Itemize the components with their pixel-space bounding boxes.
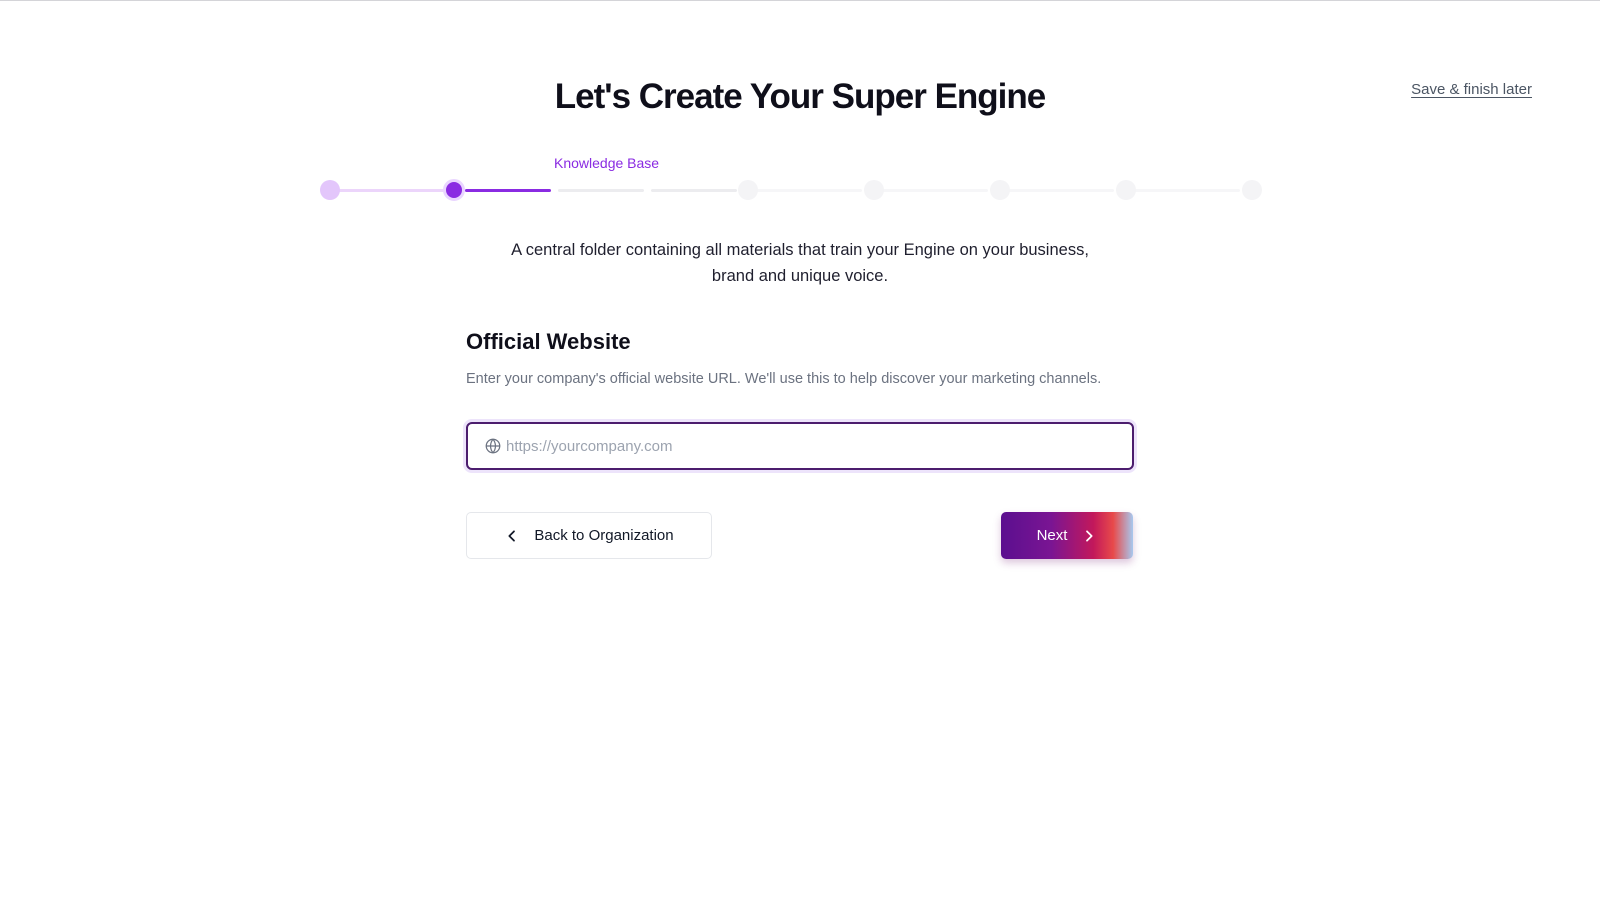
step-dot-6[interactable] bbox=[1116, 180, 1136, 200]
next-button[interactable]: Next bbox=[1001, 512, 1133, 559]
step-dot-2-current[interactable] bbox=[443, 179, 465, 201]
chevron-left-icon bbox=[508, 529, 516, 542]
step-track-2-remaining bbox=[558, 189, 644, 192]
back-button-label: Back to Organization bbox=[534, 527, 674, 544]
step-track-5 bbox=[1008, 189, 1114, 192]
step-track-2-progress bbox=[465, 189, 551, 192]
progress-stepper: Knowledge Base bbox=[320, 151, 1280, 211]
step-dot-3[interactable] bbox=[738, 180, 758, 200]
chevron-right-icon bbox=[1086, 529, 1093, 542]
step-track-3 bbox=[756, 189, 862, 192]
step-dot-4[interactable] bbox=[864, 180, 884, 200]
globe-icon bbox=[485, 438, 501, 454]
step-track-2-remaining-b bbox=[651, 189, 737, 192]
step-dot-7[interactable] bbox=[1242, 180, 1262, 200]
step-dot-5[interactable] bbox=[990, 180, 1010, 200]
save-finish-later-link[interactable]: Save & finish later bbox=[1411, 81, 1532, 98]
section-help-text: Enter your company's official website UR… bbox=[466, 371, 1102, 387]
step-track-6 bbox=[1134, 189, 1240, 192]
step-track-1 bbox=[330, 189, 444, 192]
step-dot-1[interactable] bbox=[320, 180, 340, 200]
page-title: Let's Create Your Super Engine bbox=[554, 77, 1047, 116]
next-button-label: Next bbox=[1036, 527, 1068, 544]
section-title: Official Website bbox=[466, 329, 631, 354]
onboarding-page: Let's Create Your Super Engine Save & fi… bbox=[0, 0, 1600, 900]
website-url-input[interactable] bbox=[506, 437, 1132, 455]
step-description: A central folder containing all material… bbox=[511, 241, 1089, 285]
back-to-organization-button[interactable]: Back to Organization bbox=[466, 512, 712, 559]
website-input-wrapper[interactable] bbox=[466, 422, 1134, 470]
current-step-label: Knowledge Base bbox=[554, 155, 660, 171]
step-track-4 bbox=[882, 189, 988, 192]
